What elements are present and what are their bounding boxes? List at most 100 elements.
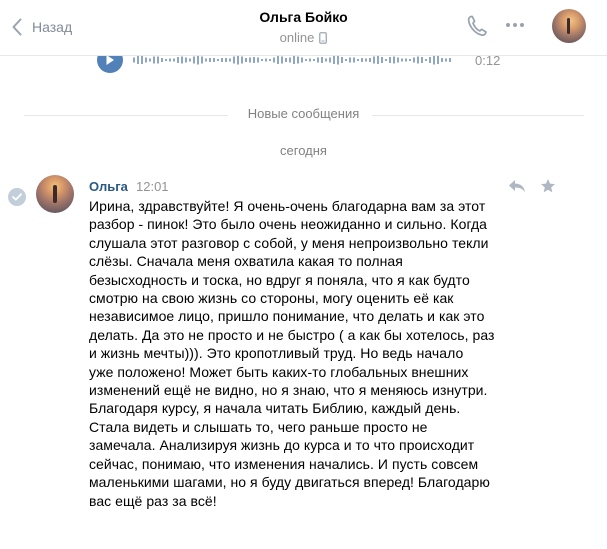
message-line: слушала этот разговор с собой, у меня не… [89,234,489,251]
author-avatar[interactable] [36,175,74,213]
waveform-bar [161,58,163,62]
waveform-bar [209,58,211,62]
waveform-bar [233,56,235,64]
message-line: разбор - пинок! Это было очень неожиданн… [89,216,488,233]
waveform-bar [413,57,415,63]
message-line: и жизнь мечты))). Это кропотливый труд. … [89,345,464,362]
message-line: вас ещё раз за всё! [89,492,217,509]
waveform-bar [445,58,447,62]
waveform-bar [333,56,335,64]
waveform-bar [201,56,203,64]
phone-icon[interactable] [466,14,488,38]
waveform-bar [441,58,443,62]
waveform-bar [253,57,255,63]
waveform-bar [145,57,147,63]
new-messages-label: Новые сообщения [247,106,360,121]
waveform-bar [269,59,271,61]
waveform-bar [321,57,323,63]
waveform-bar [329,57,331,63]
message-line: независимое лицо, пришло понимание, что … [89,308,485,325]
waveform-bar [417,56,419,64]
waveform-bar [249,57,251,63]
waveform-bar [193,56,195,64]
waveform-bar [277,56,279,64]
waveform-bar [373,56,375,64]
waveform-bar [309,58,311,62]
waveform-bar [149,58,151,62]
waveform-bar [273,57,275,63]
waveform-bar [237,55,239,65]
waveform-bar [349,57,351,63]
waveform-bar [341,57,343,63]
waveform-bar [181,56,183,64]
message-line: делать. Да это не просто и не быстро ( а… [89,326,495,343]
waveform-bar [169,58,171,62]
waveform-bar [449,58,451,62]
waveform-bar [185,57,187,63]
more-icon[interactable] [505,22,525,28]
check-icon [12,193,22,201]
waveform-bar [353,57,355,63]
waveform-bar [133,57,135,63]
waveform-bar [157,56,159,64]
waveform-bar [381,57,383,63]
star-icon[interactable] [540,178,556,194]
waveform-bar [229,58,231,62]
message-line: маленькими шагами, но я буду двигаться в… [89,474,490,491]
waveform-bar [173,58,175,62]
waveform-bar [225,58,227,62]
message-line: смотрю на свою жизнь со стороны, могу оц… [89,290,454,307]
message-line: сейчас, понимаю, что изменения начались.… [89,455,479,472]
waveform-bar [393,56,395,64]
waveform-bar [425,59,427,61]
waveform-bar [365,58,367,62]
waveform-bar [313,59,315,61]
waveform-bar [205,58,207,62]
waveform-bar [213,58,215,62]
mobile-icon [319,31,328,44]
new-messages-divider: Новые сообщения [0,106,607,124]
read-indicator [8,188,26,206]
waveform-bar [297,56,299,64]
waveform-bar [345,59,347,61]
waveform-bar [293,56,295,64]
contact-avatar[interactable] [552,9,586,43]
waveform-bar [305,59,307,61]
waveform-bar [385,59,387,61]
waveform-bar [285,58,287,62]
online-status: online [0,30,607,45]
waveform-bar [429,57,431,63]
waveform-bar [397,57,399,63]
waveform-bar [165,59,167,61]
waveform-bar [437,56,439,64]
waveform-bar [177,57,179,63]
waveform-bar [241,56,243,64]
message-author[interactable]: Ольга [89,179,128,194]
message-text: Ирина, здравствуйте! Я очень-очень благо… [89,197,534,510]
waveform-bar [405,58,407,62]
waveform-bar [409,59,411,61]
reply-icon[interactable] [508,179,526,193]
message-line: Ирина, здравствуйте! Я очень-очень благо… [89,198,486,214]
waveform-bar [357,59,359,61]
message-line: уже положено! Может быть каких-то глобал… [89,363,469,380]
waveform-bar [421,57,423,63]
waveform-bar [369,58,371,62]
message-line: Благодаря курсу, я начала читать Библию,… [89,400,461,417]
waveform-bar [221,58,223,62]
waveform-bar [401,58,403,62]
waveform-bar [141,56,143,64]
waveform-bar [153,56,155,64]
waveform-bar [261,59,263,61]
waveform-bar [245,58,247,62]
waveform-bar [281,56,283,64]
waveform-bar [197,55,199,65]
waveform-bar [337,55,339,65]
waveform-bar [257,57,259,63]
message-line: замечала. Анализируя жизнь до курса и то… [89,437,475,454]
chat-header: Назад Ольга Бойко online [0,0,607,56]
message-time[interactable]: 12:01 [136,179,169,194]
waveform-bar [433,55,435,65]
waveform-bar [189,58,191,62]
message-line: безысходность и тоска, но вдруг я поняла… [89,271,470,288]
